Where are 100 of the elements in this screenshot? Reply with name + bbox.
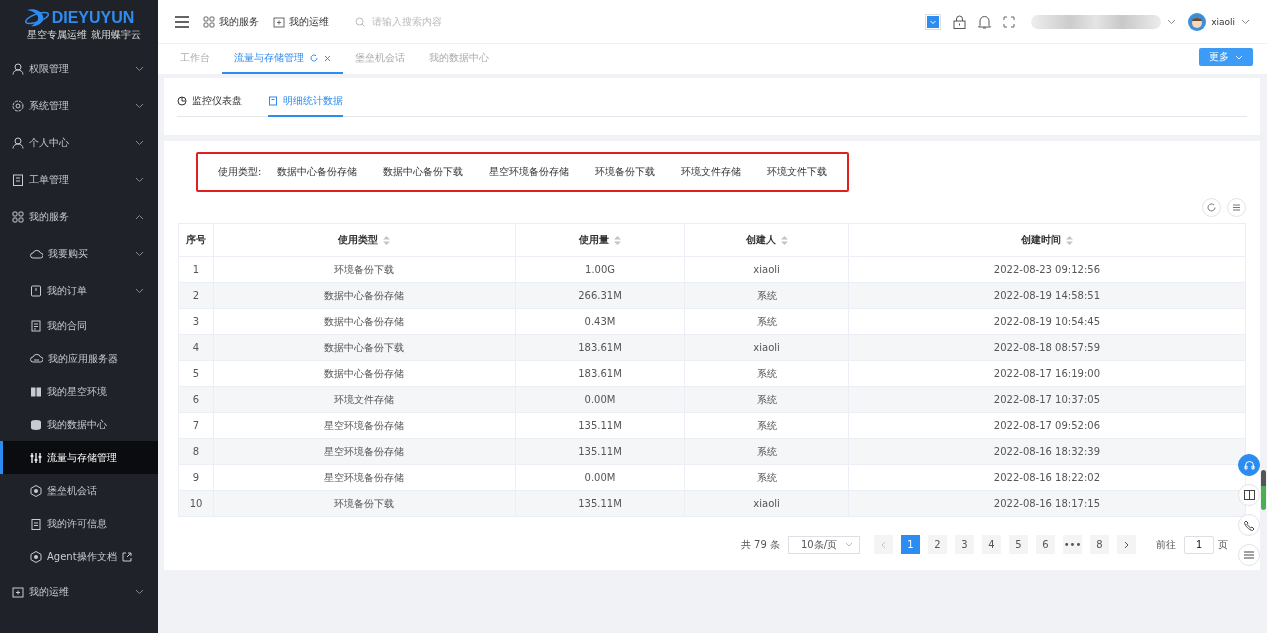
sidebar-item[interactable]: 工单管理 (0, 161, 158, 198)
bell-icon[interactable] (978, 14, 992, 29)
sidebar-subitem[interactable]: 我的订单 (0, 272, 158, 309)
table-cell: 5 (178, 360, 214, 387)
view-tab[interactable]: 监控仪表盘 (177, 94, 242, 117)
chevron-down-icon (135, 65, 144, 72)
goto-page-field[interactable]: 1 (1184, 535, 1214, 554)
table-cell: 2022-08-23 09:12:56 (848, 256, 1246, 283)
page-number[interactable]: 6 (1036, 535, 1055, 554)
table-cell: 183.61M (515, 360, 685, 387)
sidebar-item[interactable]: 权限管理 (0, 50, 158, 87)
chevron-down-icon (135, 176, 144, 183)
nav-link[interactable]: 我的服务 (203, 14, 259, 29)
page-size-select[interactable]: 10条/页 (788, 535, 860, 554)
page-tab[interactable]: 流量与存储管理 (222, 44, 343, 74)
column-header[interactable]: 使用类型 (213, 223, 516, 257)
page-number[interactable]: 5 (1009, 535, 1028, 554)
sort-icon (614, 235, 621, 245)
grid-icon (12, 210, 24, 223)
filter-option[interactable]: 环境备份下载 (595, 165, 656, 179)
filter-option[interactable]: 数据中心备份存储 (277, 165, 358, 179)
table-cell: 系统 (684, 386, 849, 413)
scrollbar[interactable] (1261, 470, 1266, 510)
table-cell: 1 (178, 256, 214, 283)
refresh-icon[interactable] (310, 54, 318, 62)
hexagon-icon (30, 550, 42, 563)
column-header: 序号 (178, 223, 214, 257)
sidebar-subitem[interactable]: 我的数据中心 (0, 408, 158, 441)
table-cell: 135.11M (515, 490, 685, 517)
table-cell: 数据中心备份下载 (213, 334, 516, 361)
logo-icon (23, 8, 50, 28)
table-cell: 系统 (684, 360, 849, 387)
table-cell: 0.00M (515, 386, 685, 413)
page-number[interactable]: 8 (1090, 535, 1109, 554)
sidebar-item[interactable]: 我的服务 (0, 198, 158, 235)
view-tab[interactable]: 明细统计数据 (268, 94, 343, 117)
table-cell: 系统 (684, 412, 849, 439)
filter-option[interactable]: 环境文件存储 (681, 165, 742, 179)
table-cell: 2022-08-16 18:32:39 (848, 438, 1246, 465)
refresh-icon (1207, 203, 1216, 212)
column-header[interactable]: 使用量 (515, 223, 685, 257)
table-cell: 1.00G (515, 256, 685, 283)
table-cell: 0.43M (515, 308, 685, 335)
table-cell: 2022-08-16 18:17:15 (848, 490, 1246, 517)
lock-icon[interactable] (953, 14, 967, 29)
filter-option[interactable]: 环境文件下载 (767, 165, 828, 179)
sidebar-subitem[interactable]: 流量与存储管理 (0, 441, 158, 474)
goto-label: 前往 (1156, 537, 1176, 552)
table-cell: 数据中心备份存储 (213, 360, 516, 387)
fullscreen-icon[interactable] (1003, 15, 1016, 28)
table-cell: 8 (178, 438, 214, 465)
book-icon (1243, 490, 1255, 500)
close-icon[interactable] (324, 54, 331, 62)
user-icon (12, 62, 24, 75)
column-header[interactable]: 创建时间 (848, 223, 1246, 257)
sidebar-item[interactable]: 我的运维 (0, 573, 158, 610)
sidebar-subitem[interactable]: 我的合同 (0, 309, 158, 342)
table-cell: 0.00M (515, 464, 685, 491)
sidebar-subitem[interactable]: 我的应用服务器 (0, 342, 158, 375)
user-name[interactable]: xiaoli (1211, 16, 1235, 27)
sidebar-subitem[interactable]: 我的许可信息 (0, 507, 158, 540)
sidebar-subitem[interactable]: Agent操作文档 (0, 540, 158, 573)
receipt-icon (30, 284, 42, 297)
table-cell: 星空环境备份存储 (213, 464, 516, 491)
table-cell: 4 (178, 334, 214, 361)
menu-icon (1244, 551, 1254, 559)
page-number[interactable]: 4 (982, 535, 1001, 554)
page-number[interactable]: 2 (928, 535, 947, 554)
page-suffix: 页 (1218, 537, 1228, 552)
chevron-down-icon (845, 542, 853, 547)
sidebar-subitem[interactable]: 我要购买 (0, 235, 158, 272)
column-header[interactable]: 创建人 (684, 223, 849, 257)
table-cell: 环境文件存储 (213, 386, 516, 413)
menu-icon[interactable] (175, 15, 189, 28)
sort-icon (780, 235, 788, 245)
table-cell: 系统 (684, 438, 849, 465)
search-icon (355, 16, 365, 27)
avatar-icon[interactable] (1188, 12, 1207, 31)
dropdown-toggle-icon[interactable] (925, 13, 942, 30)
sidebar-item[interactable]: 个人中心 (0, 124, 158, 161)
document-icon (268, 96, 278, 106)
nav-link[interactable]: 我的运维 (273, 14, 329, 29)
sort-icon (1065, 235, 1073, 245)
table-cell: 星空环境备份存储 (213, 412, 516, 439)
chevron-down-icon (135, 139, 144, 146)
total-count: 共 79 条 (740, 537, 780, 552)
sidebar-subitem[interactable]: 堡垒机会话 (0, 474, 158, 507)
filter-option[interactable]: 星空环境备份存储 (489, 165, 570, 179)
table-cell: 系统 (684, 308, 849, 335)
page-number[interactable]: ••• (1063, 535, 1082, 554)
sort-icon (383, 235, 391, 245)
page-number[interactable]: 3 (955, 535, 974, 554)
table-cell: 星空环境备份存储 (213, 438, 516, 465)
sidebar-item[interactable]: 系统管理 (0, 87, 158, 124)
table-cell: 2022-08-17 16:19:00 (848, 360, 1246, 387)
chevron-left-icon (881, 540, 886, 549)
table-cell: 环境备份下载 (213, 256, 516, 283)
chevron-down-icon (135, 588, 144, 595)
sidebar-subitem[interactable]: 我的星空环境 (0, 375, 158, 408)
filter-option[interactable]: 数据中心备份下载 (383, 165, 464, 179)
